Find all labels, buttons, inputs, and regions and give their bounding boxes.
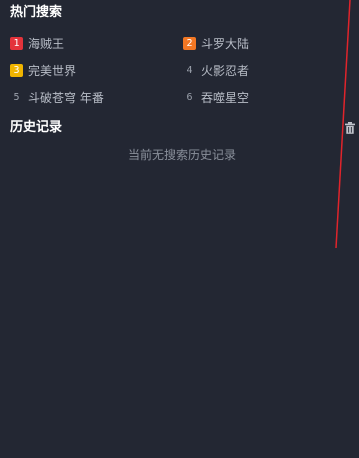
hot-search-label: 火影忍者 xyxy=(201,63,250,78)
hot-search-label: 海贼王 xyxy=(28,36,65,51)
hot-search-list: 1 海贼王 3 完美世界 5 斗破苍穹 年番 2 斗罗大陆 4 火影忍者 6 吞… xyxy=(10,34,350,112)
hot-search-item-5[interactable]: 5 斗破苍穹 年番 xyxy=(10,88,104,106)
hot-search-item-1[interactable]: 1 海贼王 xyxy=(10,34,64,52)
clear-history-button[interactable] xyxy=(343,120,357,134)
history-title: 历史记录 xyxy=(10,120,63,135)
rank-badge: 3 xyxy=(10,63,23,77)
rank-badge: 2 xyxy=(183,36,196,50)
history-empty-message: 当前无搜索历史记录 xyxy=(127,148,236,162)
hot-search-item-3[interactable]: 3 完美世界 xyxy=(10,61,76,79)
hot-search-title: 热门搜索 xyxy=(10,5,63,20)
rank-badge: 1 xyxy=(10,36,23,50)
trash-icon xyxy=(345,122,355,134)
rank-number: 6 xyxy=(186,91,193,103)
rank-number: 4 xyxy=(186,64,193,76)
hot-search-label: 斗破苍穹 年番 xyxy=(28,90,104,105)
hot-search-label: 斗罗大陆 xyxy=(201,36,250,51)
hot-search-label: 完美世界 xyxy=(28,63,77,78)
rank-number: 5 xyxy=(13,91,20,103)
hot-search-item-6[interactable]: 6 吞噬星空 xyxy=(183,88,249,106)
hot-search-item-2[interactable]: 2 斗罗大陆 xyxy=(183,34,249,52)
hot-search-label: 吞噬星空 xyxy=(201,90,250,105)
hot-search-item-4[interactable]: 4 火影忍者 xyxy=(183,61,249,79)
